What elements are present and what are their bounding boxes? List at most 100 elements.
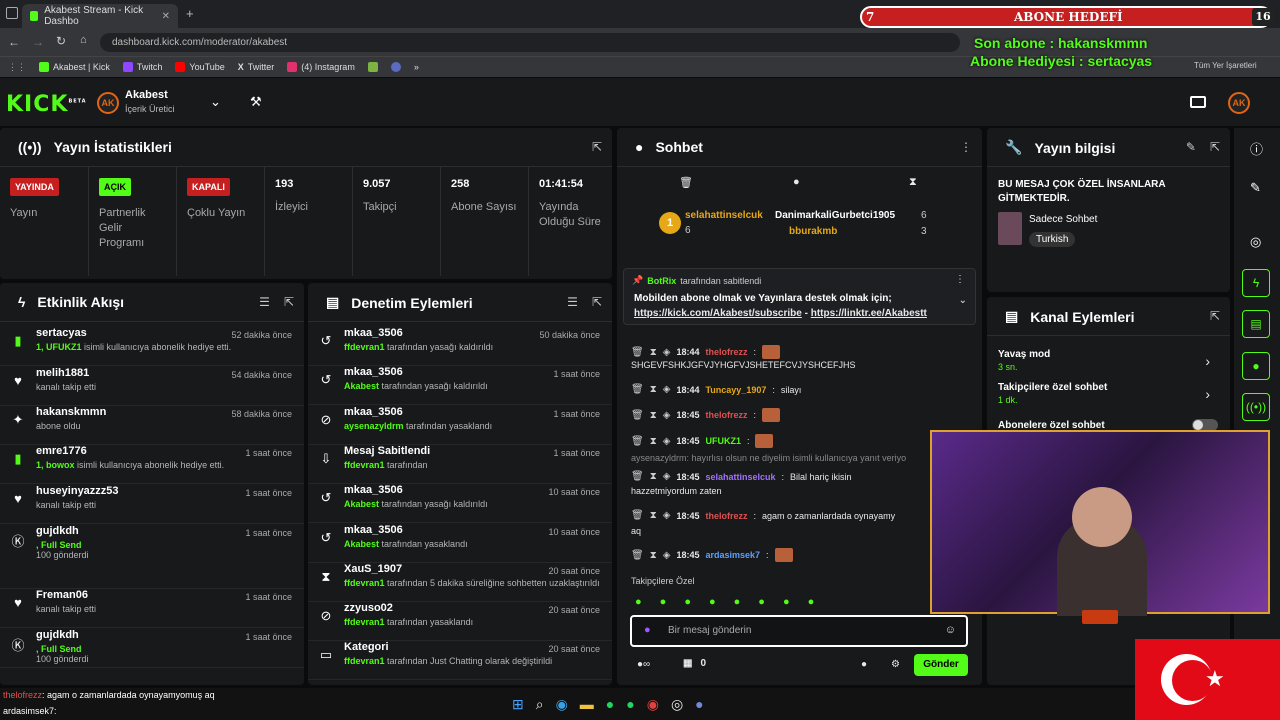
camera-icon[interactable]: ◎ (1250, 234, 1261, 250)
chat-message[interactable]: 🗑 ⧗ ◈ 18:45 selahattinselcuk: Bilal hariç ik… (631, 471, 852, 482)
bookmark-twitter[interactable]: X Twitter (238, 62, 275, 72)
linktree-link[interactable]: https://linktr.ee/Akabestt (811, 308, 927, 319)
chat-username[interactable]: thelofrezz (705, 511, 747, 521)
chat-icon[interactable]: ● (1242, 352, 1270, 380)
shield-icon[interactable]: ◈ (663, 436, 671, 447)
hourglass-icon[interactable]: ⧗ (650, 436, 657, 447)
chevron-down-icon[interactable]: ⌄ (210, 94, 221, 110)
reload-icon[interactable]: ↻ (56, 34, 66, 48)
moderation-row[interactable]: ⊘ mkaa_3506 1 saat önce aysenazyldrm tarafı… (308, 406, 612, 445)
home-icon[interactable]: ⌂ (80, 34, 87, 46)
shield-icon[interactable]: ◈ (663, 471, 671, 482)
extension-icon[interactable] (390, 62, 401, 72)
hourglass-icon[interactable]: ⧗ (650, 384, 657, 395)
whatsapp-icon[interactable]: ● (626, 696, 634, 713)
top-gifter-name[interactable]: selahattinselcuk (685, 210, 763, 221)
gift-icon[interactable]: ▦ (683, 658, 692, 669)
search-icon[interactable]: ⌕ (536, 696, 544, 713)
chat-username[interactable]: ardasimsek7 (705, 550, 760, 560)
trash-icon[interactable]: 🗑 (631, 436, 644, 447)
trash-icon[interactable]: 🗑 (631, 550, 644, 561)
emoji-icon[interactable]: ☺ (945, 624, 956, 636)
trash-icon[interactable]: 🗑 (679, 176, 693, 189)
moderation-row[interactable]: ⇩ Mesaj Sabitlendi 1 saat önce ffdevran1 ta… (308, 445, 612, 484)
subscribe-link[interactable]: https://kick.com/Akabest/subscribe (634, 308, 802, 319)
user-avatar[interactable]: AK (1228, 92, 1250, 114)
emote-icon[interactable]: ● (684, 596, 691, 608)
activity-row[interactable]: ♥ Freman06 1 saat önce kanalı takip etti (0, 589, 304, 628)
broadcast-icon[interactable]: ((•)) (1242, 393, 1270, 421)
emote-icon[interactable]: ● (783, 596, 790, 608)
emote-icon[interactable]: ● (734, 596, 741, 608)
hourglass-icon[interactable]: ⧗ (650, 410, 657, 421)
slow-mode-row[interactable]: Yavaş mod 3 sn. › (998, 349, 1218, 372)
moderation-row[interactable]: ⊘ zzyuso02 20 saat önce ffdevran1 tarafında… (308, 602, 612, 642)
edge-icon[interactable]: ◉ (556, 696, 568, 713)
moderation-row[interactable]: ↺ mkaa_3506 10 saat önce Akabest tarafından… (308, 484, 612, 524)
kick-logo[interactable]: KICKBETA (6, 92, 87, 117)
moderation-row[interactable]: ↺ mkaa_3506 10 saat önce Akabest tarafından… (308, 524, 612, 563)
hourglass-icon[interactable]: ⧗ (650, 510, 657, 521)
shield-icon[interactable]: ◈ (663, 550, 671, 561)
trash-icon[interactable]: 🗑 (631, 347, 644, 358)
close-tab-icon[interactable]: ✕ (162, 11, 170, 22)
obs-icon[interactable]: ◎ (671, 696, 683, 713)
chat-message[interactable]: SHGEVFSHKJGFVJYHGFVJSHETEFCVJYSHCEFJHS (631, 360, 856, 370)
channel-points-icon[interactable]: ●∞ (637, 659, 650, 670)
chat-message[interactable]: 🗑 ⧗ ◈ 18:45 thelofrezz: agam o zamanlardada … (631, 510, 895, 521)
trash-icon[interactable]: 🗑 (631, 471, 644, 482)
send-button[interactable]: Gönder (914, 654, 968, 676)
document-icon[interactable]: ▤ (1242, 310, 1270, 338)
channel-avatar[interactable]: AK (97, 92, 119, 114)
popout-icon[interactable]: ⇱ (592, 140, 602, 154)
popout-icon[interactable]: ⇱ (284, 295, 294, 309)
chat-message[interactable]: aq (631, 526, 641, 536)
chrome-icon[interactable]: ◉ (647, 696, 659, 713)
chat-icon[interactable]: ● (861, 659, 867, 670)
shield-icon[interactable]: ◈ (663, 347, 671, 358)
activity-row[interactable]: Ⓚgujdkdh 1 saat önce, Full Send 100 gönder… (0, 525, 304, 589)
moderation-row[interactable]: ↺ mkaa_3506 50 dakika önce ffdevran1 tarafı… (308, 327, 612, 366)
edit-icon[interactable]: ✎ (1250, 180, 1261, 196)
chat-message[interactable]: hazzetmiyordum zaten (631, 486, 722, 496)
bookmark-instagram[interactable]: (4) Instagram (287, 62, 355, 72)
more-bookmarks-icon[interactable]: » (414, 62, 419, 72)
more-icon[interactable]: ⋮ (955, 274, 965, 285)
url-field[interactable]: dashboard.kick.com/moderator/akabest (100, 33, 960, 52)
hourglass-icon[interactable]: ⧗ (650, 550, 657, 561)
chat-message[interactable]: 🗑 ⧗ ◈ 18:45 ardasimsek7: (631, 548, 799, 562)
shield-icon[interactable]: ◈ (663, 510, 671, 521)
filter-icon[interactable]: ☰ (567, 295, 578, 309)
chat-username[interactable]: selahattinselcuk (705, 472, 775, 482)
filter-icon[interactable]: ☰ (259, 295, 270, 309)
mod-view-icon[interactable] (1190, 96, 1206, 108)
activity-row[interactable]: Ⓚgujdkdh 1 saat önce, Full Send 100 gönder… (0, 629, 304, 668)
spotify-icon[interactable]: ● (606, 696, 614, 713)
second-gifter-name[interactable]: DanimarkaliGurbetci1905 (775, 210, 895, 221)
more-icon[interactable]: ⋮ (960, 140, 972, 154)
chat-message[interactable]: 🗑 ⧗ ◈ 18:45 thelofrezz: (631, 408, 786, 422)
edit-icon[interactable]: ✎ (1186, 140, 1196, 154)
hourglass-icon[interactable]: ⧗ (909, 176, 917, 189)
chat-username[interactable]: thelofrezz (705, 347, 747, 357)
mic-icon[interactable]: ● (644, 624, 651, 636)
trash-icon[interactable]: 🗑 (631, 410, 644, 421)
hourglass-icon[interactable]: ⧗ (650, 347, 657, 358)
chat-message[interactable]: 🗑 ⧗ ◈ 18:44 thelofrezz: (631, 345, 786, 359)
trash-icon[interactable]: 🗑 (631, 510, 644, 521)
trash-icon[interactable]: 🗑 (631, 384, 644, 395)
chat-input[interactable]: ● Bir mesaj gönderin ☺ (630, 615, 968, 647)
chat-message[interactable]: 🗑 ⧗ ◈ 18:44 Tuncayy_1907: silayı (631, 384, 801, 395)
bookmark-twitch[interactable]: Twitch (122, 62, 162, 72)
back-icon[interactable]: ← (8, 35, 20, 49)
popout-icon[interactable]: ⇱ (1210, 309, 1220, 323)
activity-row[interactable]: ✦ hakanskmmn 58 dakika önce abone oldu (0, 406, 304, 445)
lightning-icon[interactable]: ϟ (1242, 269, 1270, 297)
extension-icon[interactable] (367, 62, 378, 72)
emote-icon[interactable]: ● (709, 596, 716, 608)
chat-icon[interactable]: ● (793, 176, 800, 188)
apps-icon[interactable]: ⋮⋮ (8, 62, 26, 73)
chat-username[interactable]: thelofrezz (705, 410, 747, 420)
shield-icon[interactable]: ◈ (663, 410, 671, 421)
windows-start-icon[interactable]: ⊞ (512, 696, 524, 713)
